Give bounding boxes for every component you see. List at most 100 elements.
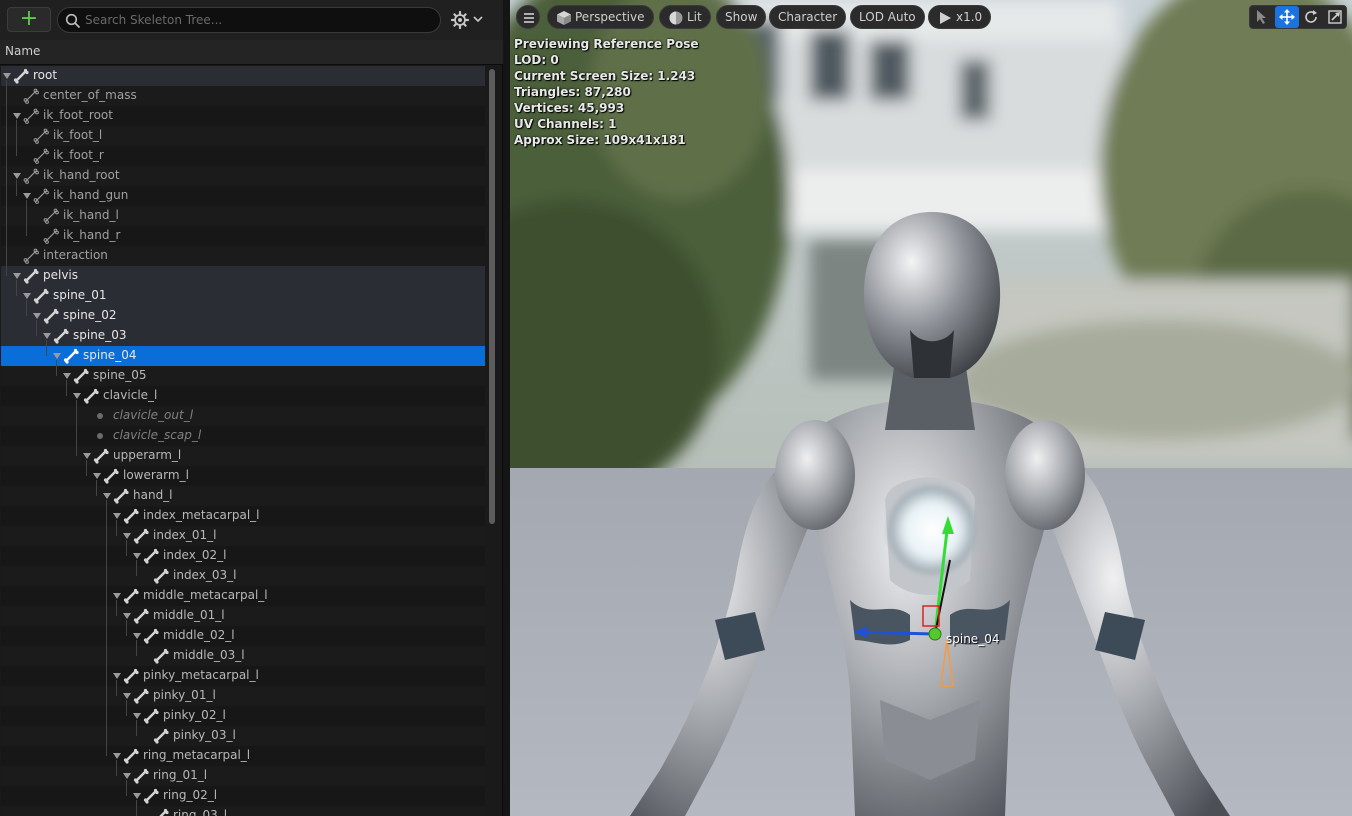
lod-label: LOD Auto: [859, 10, 916, 24]
expand-arrow-icon[interactable]: [113, 673, 121, 679]
tree-row-label: spine_01: [53, 288, 107, 302]
tree-row-pinky-01-l[interactable]: pinky_01_l: [1, 686, 485, 706]
expand-arrow-icon[interactable]: [3, 73, 11, 79]
tree-row-lowerarm-l[interactable]: lowerarm_l: [1, 466, 485, 486]
rotate-tool-button[interactable]: [1299, 6, 1323, 28]
lit-button[interactable]: Lit: [659, 5, 711, 29]
expand-arrow-icon[interactable]: [33, 313, 41, 319]
scale-icon: [1328, 10, 1342, 24]
bone-icon: [93, 448, 109, 467]
character-button[interactable]: Character: [769, 5, 847, 29]
preview-viewport[interactable]: Perspective Lit Show Character LOD Auto: [510, 0, 1352, 816]
skeleton-tree-toolbar: +: [0, 0, 503, 40]
tree-row-clavicle-l[interactable]: clavicle_l: [1, 386, 485, 406]
tree-row-index-metacarpal-l[interactable]: index_metacarpal_l: [1, 506, 485, 526]
expand-arrow-icon[interactable]: [53, 353, 61, 359]
tree-row-spine-05[interactable]: spine_05: [1, 366, 485, 386]
tree-row-clavicle-out-l[interactable]: clavicle_out_l: [1, 406, 485, 426]
expand-arrow-icon[interactable]: [23, 293, 31, 299]
expand-arrow-icon[interactable]: [123, 613, 131, 619]
tree-row-middle-03-l[interactable]: middle_03_l: [1, 646, 485, 666]
scale-tool-button[interactable]: [1323, 6, 1347, 28]
bone-icon: [113, 488, 129, 507]
expand-arrow-icon[interactable]: [113, 593, 121, 599]
expand-arrow-icon[interactable]: [133, 553, 141, 559]
settings-button[interactable]: [448, 9, 488, 31]
expand-arrow-icon[interactable]: [23, 193, 31, 199]
tree-row-pinky-metacarpal-l[interactable]: pinky_metacarpal_l: [1, 666, 485, 686]
expand-arrow-icon[interactable]: [123, 533, 131, 539]
expand-arrow-icon[interactable]: [133, 713, 141, 719]
expand-arrow-icon[interactable]: [113, 513, 121, 519]
select-tool-button[interactable]: [1250, 6, 1274, 28]
expand-arrow-icon[interactable]: [133, 633, 141, 639]
tree-guide-line: [136, 800, 137, 816]
expand-arrow-icon[interactable]: [63, 373, 71, 379]
expand-arrow-icon[interactable]: [123, 693, 131, 699]
tree-row-pinky-02-l[interactable]: pinky_02_l: [1, 706, 485, 726]
tree-row-clavicle-scap-l[interactable]: clavicle_scap_l: [1, 426, 485, 446]
tree-row-label: ring_01_l: [153, 768, 208, 782]
bone-icon: [153, 648, 169, 667]
tree-row-ring-02-l[interactable]: ring_02_l: [1, 786, 485, 806]
tree-row-ring-01-l[interactable]: ring_01_l: [1, 766, 485, 786]
tree-row-ik-hand-gun[interactable]: ik_hand_gun: [1, 186, 485, 206]
bone-icon: [23, 268, 39, 287]
perspective-button[interactable]: Perspective: [547, 5, 654, 29]
tree-row-label: lowerarm_l: [123, 468, 189, 482]
expand-arrow-icon[interactable]: [93, 473, 101, 479]
tree-row-middle-01-l[interactable]: middle_01_l: [1, 606, 485, 626]
show-button[interactable]: Show: [716, 5, 767, 29]
tree-row-ik-foot-root[interactable]: ik_foot_root: [1, 106, 485, 126]
column-header-name[interactable]: Name: [0, 40, 503, 65]
bone-icon: [153, 728, 169, 747]
expand-arrow-icon[interactable]: [133, 793, 141, 799]
expand-arrow-icon[interactable]: [43, 333, 51, 339]
tree-row-pelvis[interactable]: pelvis: [1, 266, 485, 286]
tree-row-ik-hand-r[interactable]: ik_hand_r: [1, 226, 485, 246]
tree-row-spine-04[interactable]: spine_04: [1, 346, 485, 366]
tree-row-ring-metacarpal-l[interactable]: ring_metacarpal_l: [1, 746, 485, 766]
expand-arrow-icon[interactable]: [73, 393, 81, 399]
tree-row-center-of-mass[interactable]: center_of_mass: [1, 86, 485, 106]
scrollbar-thumb[interactable]: [489, 69, 495, 524]
tree-row-index-02-l[interactable]: index_02_l: [1, 546, 485, 566]
expand-arrow-icon[interactable]: [13, 173, 21, 179]
tree-row-middle-metacarpal-l[interactable]: middle_metacarpal_l: [1, 586, 485, 606]
viewport-menu-button[interactable]: [516, 5, 540, 29]
tree-row-upperarm-l[interactable]: upperarm_l: [1, 446, 485, 466]
search-input[interactable]: [85, 8, 435, 32]
tree-row-ik-hand-root[interactable]: ik_hand_root: [1, 166, 485, 186]
expand-arrow-icon[interactable]: [113, 753, 121, 759]
playback-speed-button[interactable]: x1.0: [928, 5, 992, 29]
tree-guide-line: [76, 400, 77, 456]
add-button[interactable]: +: [7, 7, 51, 32]
expand-arrow-icon[interactable]: [123, 773, 131, 779]
tree-row-index-01-l[interactable]: index_01_l: [1, 526, 485, 546]
translate-tool-button[interactable]: [1275, 6, 1299, 28]
search-box[interactable]: [57, 7, 441, 33]
tree-guide-line: [126, 700, 127, 716]
tree-row-spine-02[interactable]: spine_02: [1, 306, 485, 326]
tree-row-middle-02-l[interactable]: middle_02_l: [1, 626, 485, 646]
tree-row-pinky-03-l[interactable]: pinky_03_l: [1, 726, 485, 746]
lod-button[interactable]: LOD Auto: [850, 5, 925, 29]
tree-guide-line: [16, 120, 17, 156]
rotate-icon: [1305, 10, 1317, 23]
tree-row-interaction[interactable]: interaction: [1, 246, 485, 266]
tree-row-ring-03-l[interactable]: ring_03_l: [1, 806, 485, 816]
tree-row-label: spine_05: [93, 368, 147, 382]
tree-row-ik-hand-l[interactable]: ik_hand_l: [1, 206, 485, 226]
tree-row-root[interactable]: root: [1, 66, 485, 86]
tree-row-index-03-l[interactable]: index_03_l: [1, 566, 485, 586]
tree-row-ik-foot-r[interactable]: ik_foot_r: [1, 146, 485, 166]
tree-row-spine-01[interactable]: spine_01: [1, 286, 485, 306]
expand-arrow-icon[interactable]: [83, 453, 91, 459]
tree-row-spine-03[interactable]: spine_03: [1, 326, 485, 346]
tree-row-hand-l[interactable]: hand_l: [1, 486, 485, 506]
tree-row-ik-foot-l[interactable]: ik_foot_l: [1, 126, 485, 146]
expand-arrow-icon[interactable]: [103, 493, 111, 499]
expand-arrow-icon[interactable]: [13, 273, 21, 279]
expand-arrow-icon[interactable]: [13, 113, 21, 119]
tree-row-label: clavicle_scap_l: [113, 428, 202, 442]
